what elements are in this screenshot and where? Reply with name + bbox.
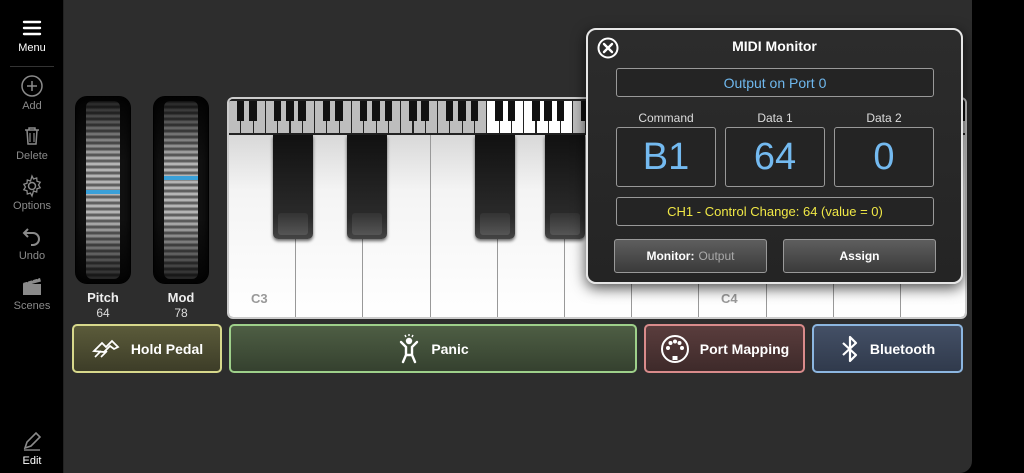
sidebar: Menu Add Delete Options Undo Scenes Edit (0, 0, 64, 473)
mini-black-key (359, 101, 368, 121)
trash-icon (25, 127, 39, 145)
pitch-value: 64 (96, 306, 110, 320)
mini-black-key (458, 101, 466, 121)
mod-label: Mod (167, 290, 195, 305)
mini-black-key (421, 101, 429, 121)
mini-black-key (273, 101, 282, 121)
black-key[interactable] (273, 135, 313, 239)
message-description: CH1 - Control Change: 64 (value = 0) (616, 197, 934, 226)
menu-icon (22, 20, 42, 36)
monitor-title: MIDI Monitor (732, 38, 817, 54)
options-label: Options (13, 200, 51, 212)
data1-header: Data 1 (757, 111, 793, 125)
mini-black-key (556, 101, 565, 121)
mini-black-key (323, 101, 331, 121)
octave-label: C3 (251, 291, 268, 306)
add-label: Add (22, 100, 42, 112)
port-display: Output on Port 0 (616, 68, 934, 97)
scenes-label: Scenes (13, 300, 51, 312)
pitch-wheel[interactable] (75, 96, 131, 284)
midi-monitor-panel: MIDI Monitor Output on Port 0 Command Da… (586, 28, 963, 284)
panic-label: Panic (431, 340, 469, 357)
options-button[interactable]: Options (0, 166, 64, 212)
bluetooth-label: Bluetooth (869, 340, 936, 357)
edit-label: Edit (22, 455, 42, 467)
mini-black-key (532, 101, 540, 121)
monitor-mode-button[interactable]: Monitor: Output (614, 239, 767, 273)
bluetooth-icon (842, 335, 857, 362)
mini-black-key (495, 101, 503, 121)
mini-black-key (446, 101, 454, 121)
mini-black-key (372, 101, 380, 121)
mod-wheel[interactable] (153, 96, 209, 284)
delete-label: Delete (16, 150, 48, 162)
monitor-mode-value: Output (698, 249, 735, 263)
midi-port-icon (660, 334, 689, 363)
pencil-icon (23, 431, 42, 451)
hold-pedal-icon (91, 339, 120, 358)
mini-black-key (249, 101, 257, 121)
hold-pedal-button[interactable]: Hold Pedal (72, 324, 222, 373)
pitch-wheel-shade (76, 97, 130, 283)
mini-black-key (236, 101, 245, 121)
mini-black-key (409, 101, 417, 121)
data1-value: 64 (725, 127, 825, 187)
black-key[interactable] (475, 135, 515, 239)
data2-header: Data 2 (866, 111, 902, 125)
pitch-label: Pitch (87, 290, 119, 305)
mini-black-key (962, 101, 965, 121)
mini-black-key (298, 101, 306, 121)
panic-button[interactable]: Panic (229, 324, 637, 373)
assign-button[interactable]: Assign (783, 239, 936, 273)
mini-black-key (286, 101, 294, 121)
undo-label: Undo (18, 250, 46, 262)
menu-button[interactable]: Menu (0, 8, 64, 54)
mini-black-key (470, 101, 479, 121)
app-root: Menu Add Delete Options Undo Scenes Edit (0, 0, 1024, 473)
command-header: Command (638, 111, 694, 125)
mini-black-key (544, 101, 552, 121)
port-mapping-label: Port Mapping (699, 340, 790, 357)
mini-black-key (384, 101, 392, 121)
menu-label: Menu (18, 42, 46, 54)
scenes-button[interactable]: Scenes (0, 266, 64, 312)
black-key[interactable] (347, 135, 387, 239)
delete-button[interactable]: Delete (0, 116, 64, 162)
mini-black-key (335, 101, 343, 121)
right-edge (972, 0, 1024, 473)
hold-pedal-label: Hold Pedal (130, 340, 204, 357)
mod-value: 78 (174, 306, 188, 320)
octave-label: C4 (721, 291, 738, 306)
data2-value: 0 (834, 127, 934, 187)
port-mapping-button[interactable]: Port Mapping (644, 324, 805, 373)
undo-icon (22, 228, 40, 246)
mini-black-key (507, 101, 515, 121)
monitor-mode-label: Monitor: (646, 249, 695, 263)
plus-circle-icon (21, 75, 43, 97)
undo-button[interactable]: Undo (0, 216, 64, 262)
command-value: B1 (616, 127, 716, 187)
gear-icon (22, 174, 42, 198)
panic-person-icon (400, 333, 419, 363)
clapperboard-icon (23, 275, 41, 295)
bluetooth-button[interactable]: Bluetooth (812, 324, 963, 373)
black-key[interactable] (545, 135, 585, 239)
edit-button[interactable]: Edit (0, 421, 64, 467)
mod-wheel-shade (154, 97, 208, 283)
add-button[interactable]: Add (0, 66, 64, 112)
